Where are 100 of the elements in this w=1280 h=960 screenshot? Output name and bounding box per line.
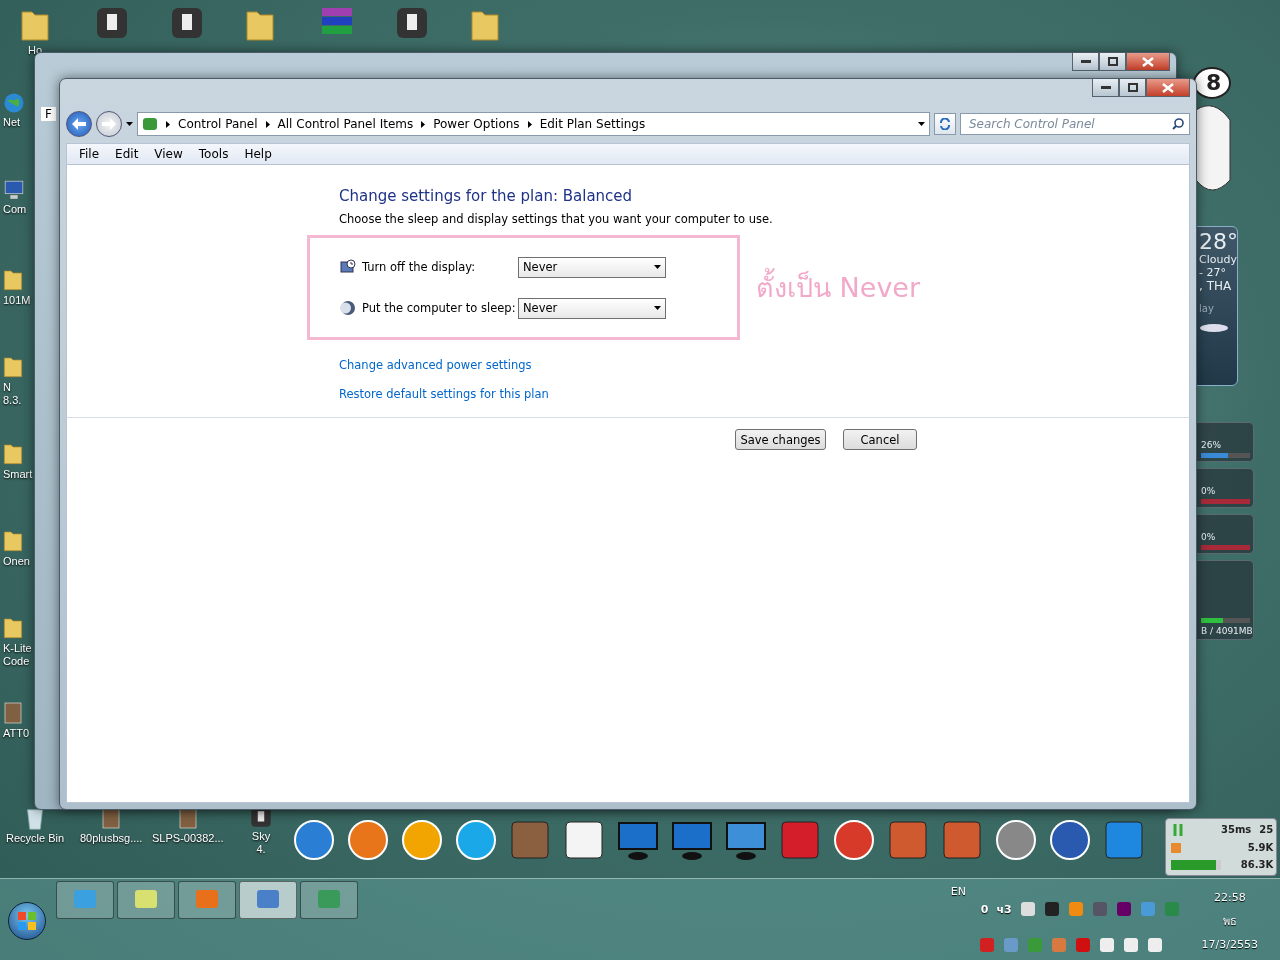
weather-range: - 27° [1199, 266, 1227, 280]
menu-item[interactable]: View [146, 147, 191, 161]
clock-time[interactable]: 22:58 [1213, 891, 1246, 904]
breadcrumb-item[interactable]: Edit Plan Settings [539, 117, 646, 131]
dropdown[interactable]: Never [518, 297, 666, 319]
menu-item[interactable]: Help [236, 147, 280, 161]
weather-location: , THA [1199, 279, 1233, 294]
breadcrumb-item[interactable]: Power Options [433, 117, 520, 131]
menu-item[interactable]: F [41, 107, 56, 121]
cancel-button[interactable]: Cancel [843, 429, 917, 450]
search-icon [1172, 118, 1184, 130]
moon-icon [340, 300, 356, 316]
search-field[interactable]: Search Control Panel [960, 113, 1190, 135]
caret-icon [126, 122, 133, 126]
tray-icon[interactable] [1043, 901, 1060, 917]
close-button[interactable] [1126, 53, 1170, 71]
icon-label: K-Lite Code [3, 642, 32, 668]
forward-button[interactable] [96, 111, 122, 137]
windows-logo-icon [17, 911, 37, 931]
tray-icon[interactable] [1115, 901, 1132, 917]
chevron-icon [265, 120, 270, 128]
menu-item[interactable]: File [71, 147, 108, 161]
close-button[interactable] [1146, 79, 1190, 97]
maximize-icon [1127, 83, 1138, 92]
count-reading: 25 [1259, 824, 1274, 837]
cloud-icon [1199, 322, 1229, 333]
breadcrumb-item[interactable]: All Control Panel Items [277, 117, 414, 131]
maximize-button[interactable] [1119, 79, 1146, 97]
taskbar-button[interactable] [178, 881, 236, 919]
address-bar[interactable]: Control Panel All Control Panel Items Power Options Edit Plan Settings [137, 112, 930, 136]
monitor-clock-icon [340, 259, 356, 275]
chevron-icon [527, 120, 532, 128]
caret-icon [654, 306, 661, 310]
start-button[interactable] [8, 902, 46, 940]
tray-text[interactable]: ч3 [996, 902, 1012, 916]
taskbar-button[interactable] [300, 881, 358, 919]
trash-icon[interactable] [25, 806, 46, 830]
close-icon [1162, 82, 1174, 93]
tray-icon[interactable] [1122, 937, 1139, 953]
sticker-number: 8 [1206, 70, 1222, 95]
clock-day[interactable]: พธ [1222, 912, 1237, 930]
weather-temperature: 28° [1199, 229, 1235, 255]
maximize-icon [1107, 57, 1118, 66]
breadcrumb-item[interactable]: Control Panel [178, 117, 258, 131]
taskbar-button[interactable] [56, 881, 114, 919]
cpu-reading: 0% [1201, 485, 1217, 496]
icon-label: Recycle Bin [6, 832, 65, 845]
minimize-button[interactable] [1072, 53, 1099, 71]
icon-label: SLPS-00382... [152, 832, 224, 845]
ping-reading: 35ms [1221, 824, 1252, 837]
icon-label: ATT0 [3, 727, 30, 740]
icon-label: Sky 4. [251, 830, 271, 856]
menu-item[interactable]: Edit [107, 147, 147, 161]
minimize-icon [1080, 59, 1091, 64]
tray-icon[interactable] [1146, 937, 1163, 953]
app-icon[interactable] [170, 6, 204, 40]
globe-icon[interactable] [3, 92, 25, 114]
icon-label: Net [3, 116, 21, 129]
cpu-reading: 0% [1201, 531, 1217, 542]
save-button[interactable]: Save changes [735, 429, 826, 450]
tray-icon[interactable] [1098, 937, 1115, 953]
download-reading: 86.3K [1240, 858, 1274, 871]
upload-reading: 5.9K [1247, 842, 1274, 854]
icon-label: 80plusbsg.... [80, 832, 143, 845]
taskbar-button[interactable] [117, 881, 175, 919]
stacked-books-icon[interactable] [320, 6, 354, 36]
menu-item[interactable]: Tools [190, 147, 237, 161]
icon-label: 101M [3, 294, 31, 307]
weather-condition: Cloudy [1199, 254, 1235, 267]
icon-label: Smart [3, 468, 33, 481]
chevron-icon [166, 120, 170, 128]
taskbar-button[interactable] [239, 881, 297, 919]
back-button[interactable] [66, 111, 92, 137]
clock-date[interactable]: 17/3/2553 [1201, 938, 1258, 951]
tray-icon[interactable] [1019, 901, 1036, 917]
caret-icon [918, 122, 925, 126]
setting-label: Put the computer to sleep: [362, 301, 517, 315]
language-indicator[interactable]: EN [950, 885, 1180, 898]
caret-icon [654, 265, 661, 269]
meter-track [1201, 545, 1250, 550]
maximize-button[interactable] [1099, 53, 1126, 71]
setting-label: Turn off the display: [362, 260, 477, 274]
memory-reading: B / 4091MB [1201, 625, 1250, 636]
settings-link[interactable]: Change advanced power settings [339, 358, 532, 372]
chevron-icon [421, 120, 426, 128]
control-panel-icon [142, 116, 158, 132]
settings-link[interactable]: Restore default settings for this plan [339, 387, 549, 401]
dropdown[interactable]: Never [518, 256, 666, 278]
minimize-button[interactable] [1092, 79, 1119, 97]
icon-label: N 8.3. [3, 381, 22, 407]
icon-label: Onen [3, 555, 30, 568]
page-heading: Change settings for the plan: Balanced [339, 187, 634, 205]
app-icon[interactable] [395, 6, 429, 40]
tray-text[interactable]: 0 [980, 902, 989, 916]
minimize-icon [1100, 85, 1111, 90]
close-icon [1142, 56, 1154, 67]
app-icon[interactable] [95, 6, 129, 40]
monitor-icon[interactable] [3, 179, 25, 201]
refresh-button[interactable] [934, 113, 956, 135]
forward-arrow-icon [102, 118, 116, 130]
